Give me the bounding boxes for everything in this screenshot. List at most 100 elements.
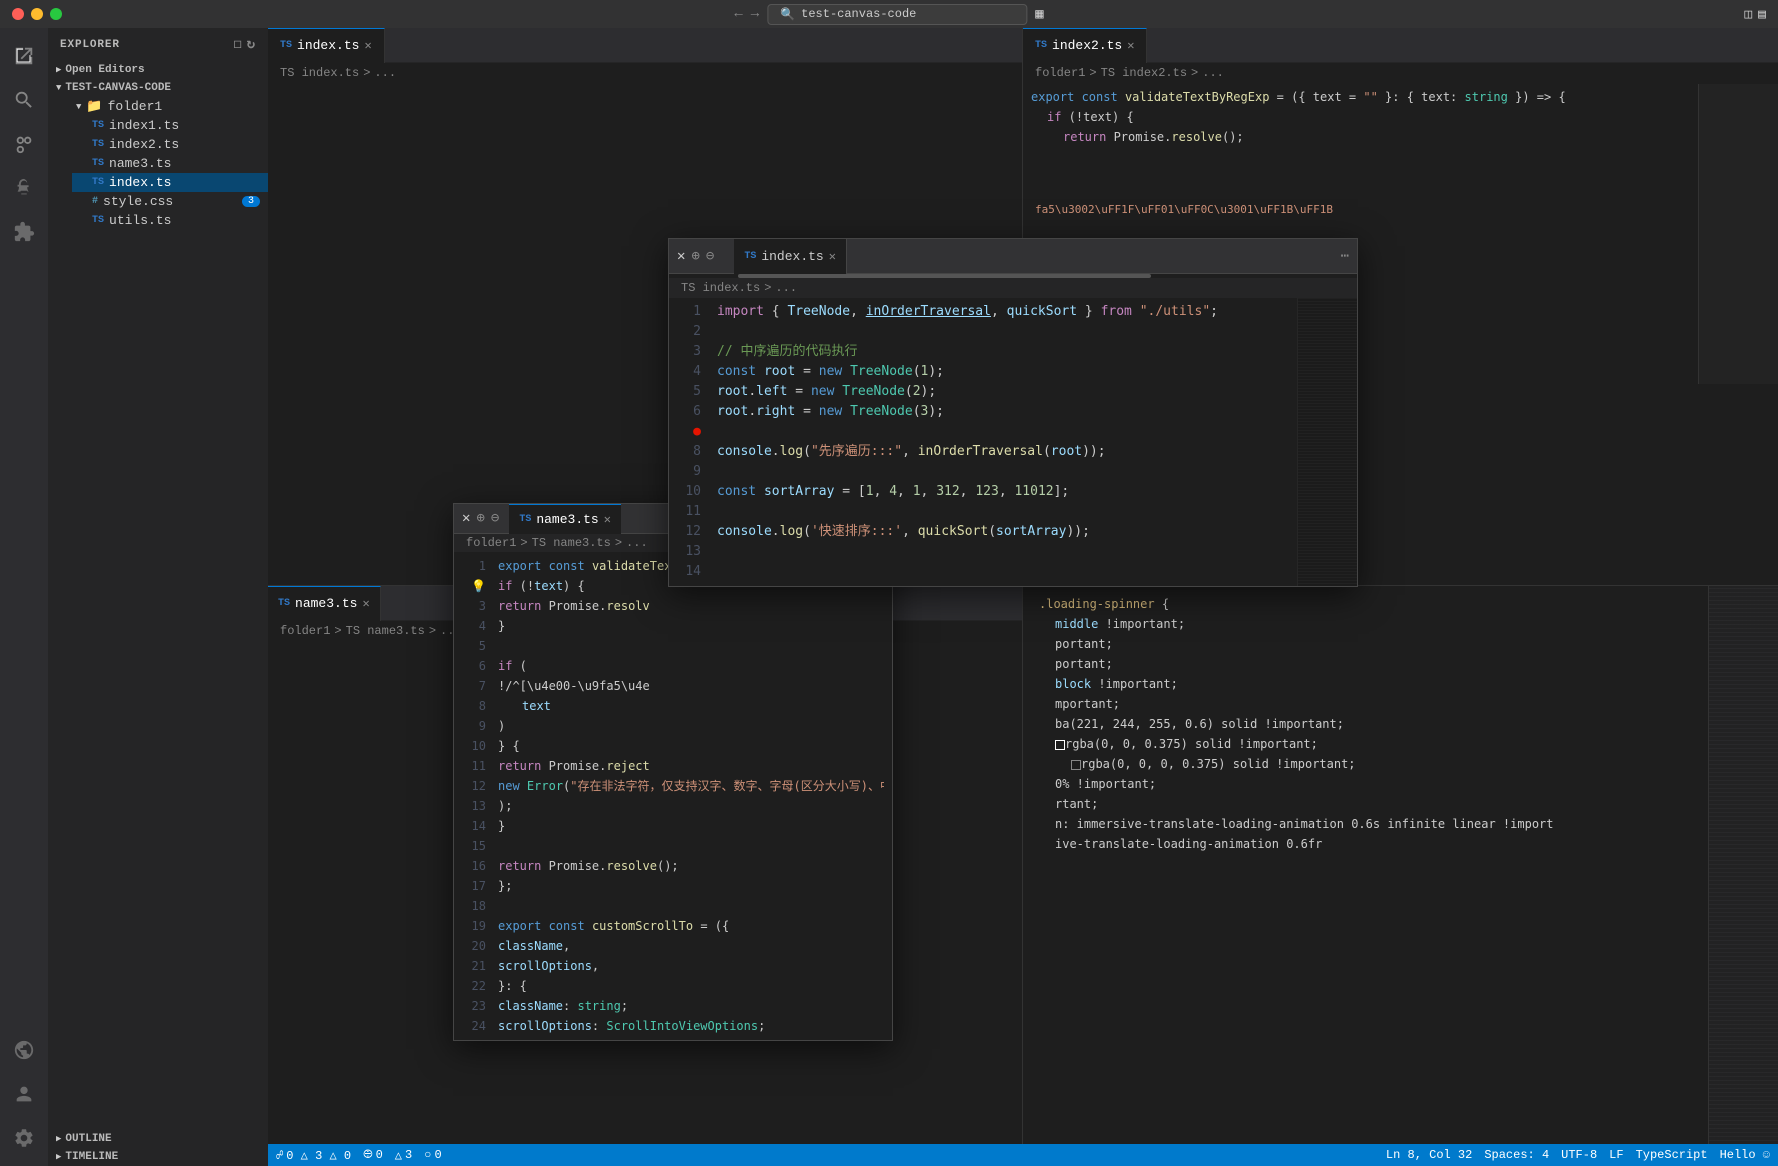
feedback[interactable]: Hello ☺ — [1720, 1148, 1770, 1162]
panel-line-2 — [717, 322, 1289, 342]
name3-tab[interactable]: TS name3.ts ✕ — [509, 504, 621, 534]
file-index1[interactable]: TS index1.ts — [72, 116, 268, 135]
tab-name3-close[interactable]: ✕ — [362, 596, 369, 611]
zoom-in-icon[interactable]: ⊕ — [691, 248, 699, 265]
name3-zoom-in-icon[interactable]: ⊕ — [476, 510, 484, 527]
folder-icon: 📁 — [86, 99, 102, 114]
info-num: 0 — [434, 1148, 441, 1162]
timeline-header[interactable]: ▶ TIMELINE — [48, 1148, 268, 1166]
layout-icon[interactable]: ▦ — [1035, 6, 1043, 23]
name3-code: export const validateTextBy if (!text) {… — [490, 552, 892, 1040]
tab-close-icon[interactable]: ✕ — [364, 38, 371, 53]
line-ending[interactable]: LF — [1609, 1148, 1623, 1162]
css-line-9: rgba(0, 0, 0, 0.375) solid !important; — [1039, 754, 1762, 774]
tab-index-ts[interactable]: TS index.ts ✕ — [268, 28, 385, 63]
indentation[interactable]: Spaces: 4 — [1484, 1148, 1549, 1162]
warning-count[interactable]: △ 3 — [395, 1148, 412, 1163]
panel-editor-body: 1 2 3 4 5 6 ● 8 9 10 11 12 13 14 — [669, 298, 1357, 586]
panel-line-7: 💡 — [717, 422, 1289, 442]
code-line-2: if (!text) { — [1031, 107, 1770, 127]
activity-explorer[interactable] — [4, 36, 44, 76]
css-line-7: ba(221, 244, 255, 0.6) solid !important; — [1039, 714, 1762, 734]
activity-settings[interactable] — [4, 1118, 44, 1158]
activity-extensions[interactable] — [4, 212, 44, 252]
new-file-icon[interactable]: ◻ — [233, 36, 242, 53]
error-count[interactable]: ⨸ 0 — [363, 1148, 383, 1162]
css-line-1: .loading-spinner { — [1039, 594, 1762, 614]
refresh-icon[interactable]: ↻ — [247, 36, 256, 53]
name3-tab-close[interactable]: ✕ — [604, 512, 611, 527]
panel-tab-close[interactable]: ✕ — [829, 249, 836, 264]
tab-name3[interactable]: TS name3.ts ✕ — [268, 586, 381, 621]
language-mode[interactable]: TypeScript — [1636, 1148, 1708, 1162]
n3-ln-19: 19 — [454, 916, 486, 936]
info-icon: ○ — [424, 1148, 431, 1162]
activity-account[interactable] — [4, 1074, 44, 1114]
activity-source-control[interactable] — [4, 124, 44, 164]
n3-ln-23: 23 — [454, 996, 486, 1016]
ln-10: 10 — [673, 482, 701, 502]
file-style[interactable]: # style.css 3 — [72, 192, 268, 211]
info-count[interactable]: ○ 0 — [424, 1148, 441, 1162]
tab-index2[interactable]: TS index2.ts ✕ — [1023, 28, 1147, 63]
search-icon: 🔍 — [780, 7, 795, 22]
encoding[interactable]: UTF-8 — [1561, 1148, 1597, 1162]
file-index2[interactable]: TS index2.ts — [72, 135, 268, 154]
maximize-button[interactable] — [50, 8, 62, 20]
file-index[interactable]: TS index.ts — [72, 173, 268, 192]
file-name3[interactable]: TS name3.ts — [72, 154, 268, 173]
close-button[interactable] — [12, 8, 24, 20]
ts-icon-3: TS — [92, 158, 104, 169]
n3-code-9: ) — [498, 716, 884, 736]
panel-line-5: root.left = new TreeNode(2); — [717, 382, 1289, 402]
layout-toggle-icon[interactable]: ◫ — [1744, 7, 1752, 22]
panel-toggle-icon[interactable]: ▤ — [1758, 7, 1766, 22]
floating-panel-index: ✕ ⊕ ⊖ TS index.ts ✕ ⋯ — [668, 238, 1358, 587]
outline-header[interactable]: ▶ OUTLINE — [48, 1130, 268, 1148]
folder-item[interactable]: ▼ 📁 folder1 — [56, 97, 268, 116]
n3-ln-6: 6 — [454, 656, 486, 676]
activity-remote[interactable] — [4, 1030, 44, 1070]
zoom-out-icon[interactable]: ⊖ — [706, 248, 714, 265]
ts-tab-icon: TS — [280, 40, 292, 51]
scroll-thumb-top[interactable] — [738, 274, 1151, 278]
panel-line-13 — [717, 542, 1289, 562]
ln-13: 13 — [673, 542, 701, 562]
panel-tab-index[interactable]: TS index.ts ✕ — [734, 239, 847, 274]
breadcrumb-dots: ... — [775, 281, 797, 295]
sidebar-title-icons: ◻ ↻ — [233, 36, 256, 53]
panel-line-10: const sortArray = [1, 4, 1, 312, 123, 11… — [717, 482, 1289, 502]
n3-code-11: return Promise.reject — [498, 756, 884, 776]
minimize-button[interactable] — [31, 8, 43, 20]
cursor-position[interactable]: Ln 8, Col 32 — [1386, 1148, 1472, 1162]
search-bar[interactable]: 🔍 test-canvas-code — [767, 4, 1027, 25]
outline-label: OUTLINE — [65, 1133, 111, 1145]
partial-line: fa5\u3002\uFF1F\uFF01\uFF0C\u3001\uFF1B\… — [1035, 201, 1770, 219]
app-body: Explorer ◻ ↻ ▶ Open Editors ▼ TEST-CANVA… — [0, 28, 1778, 1166]
folder-name: folder1 — [108, 99, 163, 114]
ts-panel-icon: TS — [744, 251, 756, 262]
open-editors-header[interactable]: ▶ Open Editors — [48, 61, 268, 79]
ln-8: 8 — [673, 442, 701, 462]
warning-icon: △ — [395, 1148, 402, 1163]
panel-tab-bar: TS index.ts ✕ — [734, 239, 1340, 274]
tab-close-2[interactable]: ✕ — [1127, 38, 1134, 53]
git-branch[interactable]: ☍ 0 △ 3 △ 0 — [276, 1148, 351, 1163]
name3-line-numbers: 1 💡 3 4 5 6 7 8 9 10 11 12 13 14 15 16 — [454, 552, 490, 1040]
style-badge: 3 — [242, 196, 260, 207]
activity-search[interactable] — [4, 80, 44, 120]
nav-forward-button[interactable]: → — [751, 6, 759, 22]
file-utils[interactable]: TS utils.ts — [72, 211, 268, 230]
nav-back-button[interactable]: ← — [734, 6, 742, 22]
n3-ln-3: 3 — [454, 596, 486, 616]
tab-name3-label: name3.ts — [295, 596, 357, 611]
activity-debug[interactable] — [4, 168, 44, 208]
name3-panel-close[interactable]: ✕ — [462, 510, 470, 527]
ln-1: 1 — [673, 302, 701, 322]
project-header[interactable]: ▼ TEST-CANVAS-CODE — [48, 79, 268, 97]
name3-zoom-out-icon[interactable]: ⊖ — [491, 510, 499, 527]
panel-more-button[interactable]: ⋯ — [1341, 248, 1349, 265]
panel-close-button[interactable]: ✕ — [677, 248, 685, 265]
n3-ln-17: 17 — [454, 876, 486, 896]
status-right: Ln 8, Col 32 Spaces: 4 UTF-8 LF TypeScri… — [1386, 1148, 1770, 1162]
